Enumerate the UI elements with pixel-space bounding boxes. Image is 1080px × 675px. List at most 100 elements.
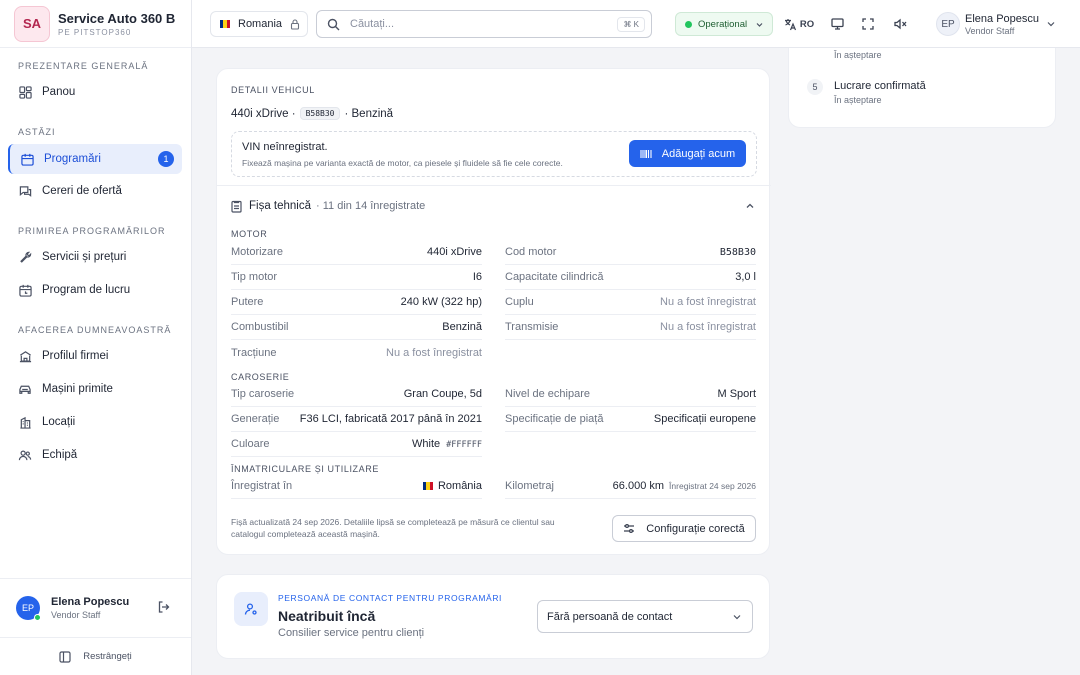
document-icon [231, 200, 242, 213]
correct-config-label: Configurație corectă [646, 522, 745, 535]
correct-config-button[interactable]: Configurație corectă [612, 515, 756, 542]
country-selector[interactable]: Romania [210, 11, 308, 37]
sidebar-item-label: Program de lucru [42, 284, 131, 296]
spec-value: Nu a fost înregistrat [660, 296, 756, 308]
user-name: Elena Popescu [51, 595, 130, 608]
translate-icon [784, 18, 797, 31]
language-button[interactable]: RO [782, 14, 816, 34]
user-role: Vendor Staff [965, 25, 1015, 36]
logout-icon[interactable] [157, 600, 171, 617]
romania-flag-icon [220, 20, 230, 28]
sidebar-item-label: Programări [44, 153, 101, 165]
sidebar-item-echipa[interactable]: Echipă [8, 440, 182, 470]
country-label: Romania [238, 18, 283, 30]
search-input[interactable]: Căutați... ⌘ K [316, 10, 652, 38]
sidebar-item-label: Cereri de ofertă [42, 185, 122, 197]
status-dropdown[interactable]: Operațional [675, 12, 773, 36]
timeline-prev-status: În așteptare [834, 50, 882, 60]
spec-value: Nu a fost înregistrat [386, 346, 482, 359]
avatar: EP [936, 12, 960, 36]
language-label: RO [799, 18, 815, 30]
spec-key: Kilometraj [505, 480, 554, 492]
spec-key: Tip motor [231, 271, 278, 283]
sidebar-item-label: Echipă [42, 449, 78, 461]
section-label: DETALII VEHICUL [231, 85, 315, 95]
tech-sheet-header[interactable]: Fișa tehnică · 11 din 14 înregistrate [231, 199, 757, 213]
brand-header[interactable]: SA Service Auto 360 B… PE PITSTOP360 [0, 0, 191, 48]
search-icon [327, 18, 340, 31]
count-badge: 1 [158, 151, 174, 167]
group-label-body: CAROSERIE [231, 372, 290, 382]
avatar: EP [16, 595, 41, 621]
sidebar-item-panou[interactable]: Panou [8, 77, 182, 107]
sidebar-item-servicii[interactable]: Servicii și prețuri [8, 242, 182, 272]
add-vin-label: Adăugați acum [661, 147, 736, 160]
vehicle-model: 440i xDrive [231, 108, 289, 120]
status-dot [685, 20, 692, 28]
sidebar-item-label: Servicii și prețuri [42, 251, 127, 263]
collapse-sidebar-button[interactable]: Restrângeți [0, 637, 191, 675]
spec-key: Motorizare [231, 246, 283, 258]
monitor-icon[interactable] [827, 14, 847, 34]
spec-key: Specificație de piață [505, 413, 604, 425]
nav-section-booking: PRIMIREA PROGRAMĂRILOR [18, 226, 166, 236]
contact-person-select[interactable]: Fără persoană de contact [537, 600, 753, 633]
fullscreen-icon[interactable] [858, 14, 878, 34]
spec-key: Nivel de echipare [505, 388, 590, 400]
spec-value: F36 LCI, fabricată 2017 până în 2021 [299, 413, 482, 425]
spec-row: Specificație de piață Specificații europe… [505, 407, 756, 432]
spec-value: România [437, 480, 482, 492]
status-label: Operațional [698, 18, 748, 30]
spec-row: Cod motor B58B30 [505, 240, 756, 265]
engine-code-chip: B58B30 [299, 107, 341, 120]
vehicle-summary: 440i xDrive · B58B30 · Benzină [231, 107, 394, 120]
spec-row: Cuplu Nu a fost înregistrat [505, 290, 756, 315]
sidebar-item-cereri[interactable]: Cereri de ofertă [8, 176, 182, 206]
spec-row: Motorizare 440i xDrive [231, 240, 482, 265]
timeline-step-status: În așteptare [834, 95, 882, 105]
calendar-icon [20, 152, 34, 166]
search-placeholder: Căutați... [350, 18, 395, 30]
spec-row: Nivel de echipare M Sport [505, 382, 756, 407]
spec-row: Culoare White #FFFFFF [231, 432, 482, 457]
spec-key: Cod motor [505, 246, 557, 258]
spec-value: 66.000 km [612, 480, 665, 492]
timeline-card: În așteptare 5 Lucrare confirmată În așt… [788, 48, 1056, 128]
account-menu[interactable]: EP Elena Popescu Vendor Staff [936, 12, 1056, 36]
sidebar-item-masini[interactable]: Mașini primite [8, 374, 182, 404]
spec-row: Combustibil Benzină [231, 315, 482, 340]
sheet-footer-note: Fișă actualizată 24 sep 2026. Detaliile … [231, 517, 555, 539]
mute-icon[interactable] [890, 14, 910, 34]
spec-row: Capacitate cilindrică 3,0 l [505, 265, 756, 290]
sidebar-item-profil[interactable]: Profilul firmei [8, 341, 182, 371]
brand-name: Service Auto 360 B… [58, 10, 176, 26]
sidebar-item-program[interactable]: Program de lucru [8, 275, 182, 305]
spec-value: 440i xDrive [426, 246, 482, 258]
user-settings-icon [234, 592, 268, 626]
online-dot [34, 613, 41, 621]
tech-sheet-count: · 11 din 14 înregistrate [316, 200, 426, 212]
clock-icon [18, 283, 32, 297]
sidebar-user[interactable]: EP Elena Popescu Vendor Staff [0, 578, 191, 636]
color-hex: #FFFFFF [446, 440, 482, 450]
spec-row: Înregistrat în România [231, 474, 482, 499]
sidebar-item-programari[interactable]: Programări 1 [8, 144, 182, 174]
contact-person-card: PERSOANĂ DE CONTACT PENTRU PROGRAMĂRI Ne… [216, 574, 770, 659]
sidebar-item-label: Panou [42, 86, 76, 98]
spec-value: 3,0 l [735, 271, 756, 283]
spec-key: Tracțiune [231, 346, 277, 359]
spec-key: Înregistrat în [231, 480, 293, 492]
building-icon [18, 349, 32, 363]
spec-key: Putere [231, 296, 264, 308]
chevron-up-icon[interactable] [745, 201, 755, 211]
sidebar-toggle-icon [59, 650, 71, 663]
add-vin-button[interactable]: Adăugați acum [629, 140, 746, 167]
spec-row: Tip caroserie Gran Coupe, 5d [231, 382, 482, 407]
spec-value: Gran Coupe, 5d [403, 388, 482, 400]
mileage-date: Înregistrat 24 sep 2026 [669, 481, 756, 491]
sidebar-item-locatii[interactable]: Locații [8, 407, 182, 437]
spec-value: Nu a fost înregistrat [660, 321, 756, 333]
vin-banner: VIN neînregistrat. Fixează mașina pe var… [231, 131, 757, 177]
spec-key: Tip caroserie [231, 388, 295, 400]
barcode-icon [640, 149, 652, 159]
